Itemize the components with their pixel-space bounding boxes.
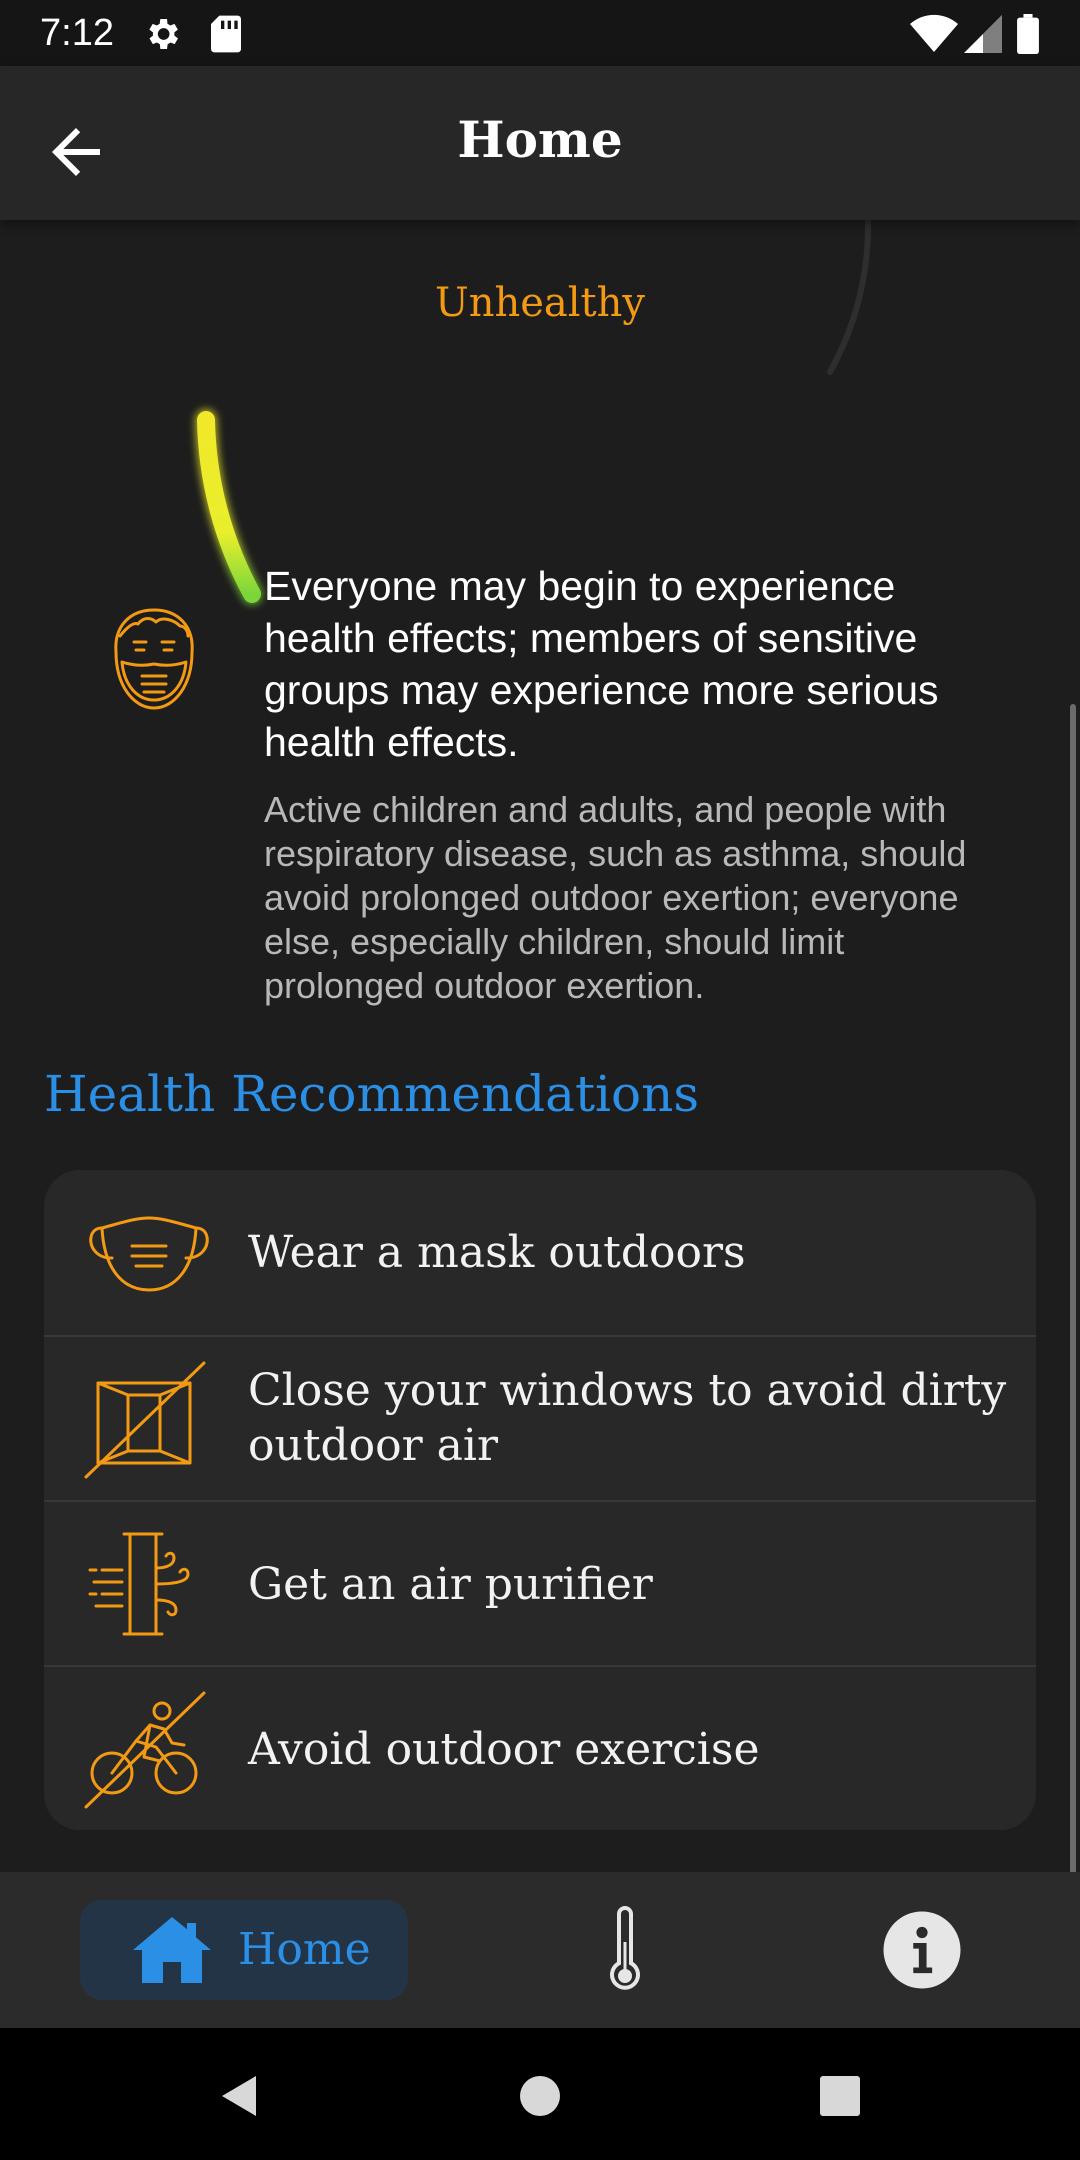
mask-icon bbox=[89, 1216, 209, 1292]
recommendation-label: Avoid outdoor exercise bbox=[248, 1724, 760, 1775]
status-time: 7:12 bbox=[40, 12, 114, 54]
aqi-value: 180 bbox=[0, 220, 1080, 241]
signal-icon bbox=[964, 15, 1002, 53]
page-title: Home bbox=[457, 110, 623, 169]
air-purifier-icon bbox=[88, 1532, 190, 1636]
app-bar: Home bbox=[0, 66, 1080, 220]
recents-square-icon[interactable] bbox=[816, 2072, 864, 2120]
gear-icon bbox=[149, 19, 178, 49]
recommendation-item[interactable]: Avoid outdoor exercise bbox=[44, 1665, 1036, 1830]
system-navigation-bar bbox=[0, 2028, 1080, 2160]
nav-home-label: Home bbox=[238, 1924, 371, 1975]
recommendation-item[interactable]: Close your windows to avoid dirty outdoo… bbox=[44, 1335, 1036, 1500]
info-icon[interactable] bbox=[880, 1908, 964, 1992]
thermometer-icon[interactable] bbox=[580, 1906, 670, 1996]
recommendation-item[interactable]: Get an air purifier bbox=[44, 1500, 1036, 1665]
face-mask-person-icon bbox=[114, 608, 194, 710]
window-closed-icon bbox=[84, 1361, 206, 1479]
recommendation-label: Get an air purifier bbox=[248, 1559, 653, 1610]
recommendation-label: Close your windows to avoid dirty outdoo… bbox=[248, 1365, 1007, 1471]
wifi-icon bbox=[910, 14, 958, 53]
home-circle-icon[interactable] bbox=[516, 2072, 564, 2120]
status-bar: 7:12 bbox=[0, 0, 1080, 66]
battery-icon bbox=[1017, 14, 1039, 54]
recommendation-label: Wear a mask outdoors bbox=[248, 1227, 746, 1278]
no-cycling-icon bbox=[84, 1691, 206, 1809]
back-triangle-icon[interactable] bbox=[216, 2072, 264, 2120]
nav-item-home[interactable]: Home bbox=[80, 1900, 408, 2000]
bottom-navigation: Home bbox=[0, 1872, 1080, 2028]
scrollbar[interactable] bbox=[1070, 704, 1076, 1874]
aqi-category: Unhealthy bbox=[435, 280, 645, 326]
recommendation-item[interactable]: Wear a mask outdoors bbox=[44, 1170, 1036, 1335]
recommendations-card: Wear a mask outdoors Close your windows … bbox=[44, 1170, 1036, 1830]
home-icon bbox=[133, 1917, 211, 1983]
health-summary: Everyone may begin to experience health … bbox=[264, 563, 939, 765]
home-content[interactable]: 180 Unhealthy Everyone may begin to expe… bbox=[0, 220, 1080, 1872]
sd-card-icon bbox=[211, 15, 241, 53]
recommendations-title: Health Recommendations bbox=[44, 1065, 700, 1123]
health-detail: Active children and adults, and people w… bbox=[264, 789, 967, 1006]
